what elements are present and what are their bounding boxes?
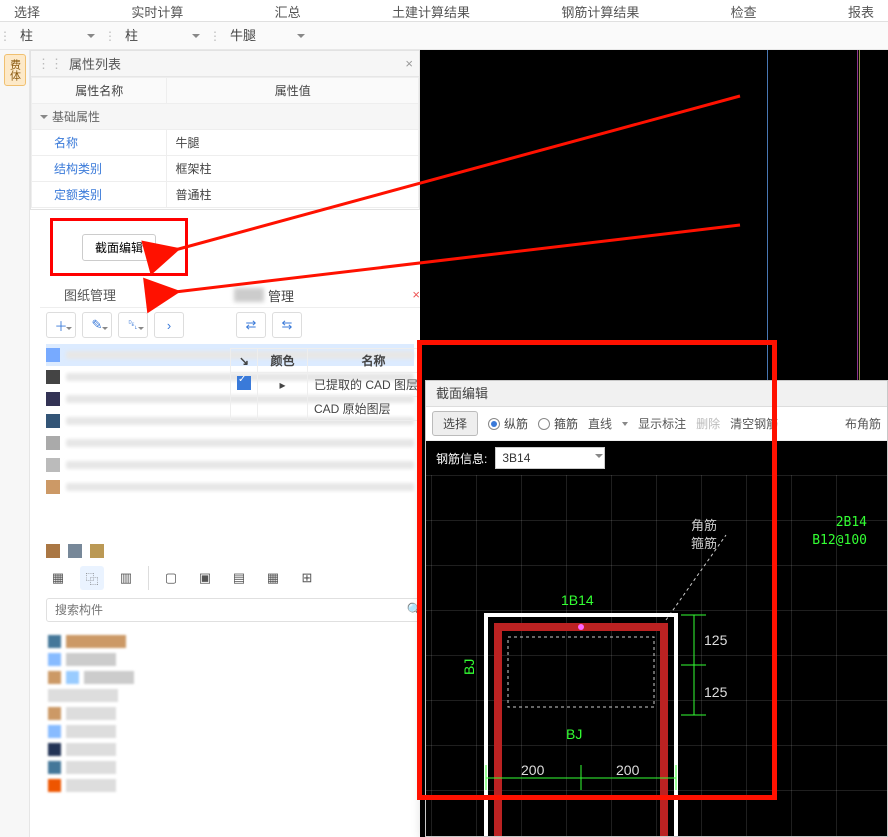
table-row[interactable]: ▸ 已提取的 CAD 图层 — [231, 373, 440, 397]
property-table: 属性名称 属性值 基础属性 名称 牛腿 结构类别 框架柱 定额类别 普通柱 — [31, 77, 419, 208]
prop-row[interactable]: 结构类别 框架柱 — [32, 156, 419, 182]
layout-icon[interactable]: ▥ — [114, 566, 138, 590]
cad-layer-panel: 管理 × ⇄ ⇆ ↘ 颜色 名称 ▸ 已提取的 CAD 图层 CAD 原始 — [230, 282, 440, 421]
prop-row[interactable]: 名称 牛腿 — [32, 130, 419, 156]
component-gallery: × ▦ ⿻ ▥ ▢ ▣ ▤ ▦ ⊞ 🔍 — [40, 540, 438, 801]
clear-link[interactable]: 清空钢筋 — [730, 415, 778, 432]
mode-b-icon[interactable]: ▣ — [193, 566, 217, 590]
grip-icon — [0, 29, 10, 43]
section-edit-button[interactable]: 截面编辑 — [82, 234, 156, 261]
list-item[interactable] — [46, 432, 414, 454]
tab-select[interactable]: 选择 — [0, 0, 54, 21]
property-panel: ⋮⋮ 属性列表 × 属性名称 属性值 基础属性 名称 牛腿 结构类别 框架 — [30, 50, 420, 210]
col-name: 属性名称 — [32, 78, 167, 104]
copy-icon[interactable]: ⿻ — [80, 566, 104, 590]
radio-stirrup[interactable]: 箍筋 — [538, 415, 578, 432]
delete-button[interactable]: ␡ — [118, 312, 148, 338]
edit-button[interactable]: ✎ — [82, 312, 112, 338]
tab-report[interactable]: 报表 — [834, 0, 888, 21]
line-link[interactable]: 直线 — [588, 415, 612, 432]
tab-bar: 选择 实时计算 汇总 土建计算结果 钢筋计算结果 检查 报表 — [0, 0, 888, 22]
left-pill[interactable]: 费体 — [4, 54, 26, 86]
grip-icon — [105, 29, 115, 43]
prop-value[interactable]: 框架柱 — [167, 156, 419, 182]
combo-category-1[interactable]: 柱 — [10, 24, 105, 48]
prop-group[interactable]: 基础属性 — [32, 104, 419, 130]
grip-icon — [210, 29, 220, 43]
grip-icon: ⋮⋮ — [37, 56, 63, 72]
section-edit-dialog: 截面编辑 选择 纵筋 箍筋 直线 显示标注 删除 清空钢筋 布角筋 钢筋信息: … — [425, 380, 888, 837]
new-icon[interactable]: ▦ — [46, 566, 70, 590]
tool-a[interactable]: ⇄ — [236, 312, 266, 338]
mode-a-icon[interactable]: ▢ — [159, 566, 183, 590]
section-edit-box: 截面编辑 — [50, 218, 188, 276]
show-annot-link[interactable]: 显示标注 — [638, 415, 686, 432]
property-panel-title: 属性列表 — [69, 54, 405, 73]
selector-row: 柱 柱 牛腿 — [0, 22, 888, 50]
mode-d-icon[interactable]: ▦ — [261, 566, 285, 590]
search-field[interactable] — [55, 603, 407, 617]
prop-value[interactable]: 普通柱 — [167, 182, 419, 208]
group-label: 基础属性 — [52, 110, 100, 124]
dim-200b: 200 — [616, 762, 640, 778]
list-item[interactable] — [46, 476, 414, 498]
radio-longitudinal[interactable]: 纵筋 — [488, 415, 528, 432]
prop-row[interactable]: 定额类别 普通柱 — [32, 182, 419, 208]
col-color: 颜色 — [258, 349, 308, 373]
list-item[interactable] — [46, 454, 414, 476]
tab-realtime[interactable]: 实时计算 — [117, 0, 197, 21]
combo-category-3[interactable]: 牛腿 — [220, 24, 315, 48]
cad-layer-table: ↘ 颜色 名称 ▸ 已提取的 CAD 图层 CAD 原始图层 — [230, 348, 440, 421]
tab-check[interactable]: 检查 — [717, 0, 771, 21]
dim-200a: 200 — [521, 762, 545, 778]
prop-value[interactable]: 牛腿 — [167, 130, 419, 156]
prop-name: 名称 — [32, 130, 167, 156]
dialog-title: 截面编辑 — [426, 381, 887, 407]
left-rail: 费体 — [0, 50, 30, 837]
section-svg: 1B14 BJ BJ 125 125 200 200 — [426, 475, 887, 836]
dim-125a: 125 — [704, 632, 728, 648]
delete-link[interactable]: 删除 — [696, 415, 720, 432]
top-bar-label: 1B14 — [561, 592, 594, 608]
add-button[interactable]: ＋ — [46, 312, 76, 338]
rebar-info-input[interactable] — [495, 447, 605, 469]
mid-column: ⋮⋮ 属性列表 × 属性名称 属性值 基础属性 名称 牛腿 结构类别 框架 — [30, 50, 420, 837]
tab-rebar[interactable]: 钢筋计算结果 — [547, 0, 653, 21]
mode-e-icon[interactable]: ⊞ — [295, 566, 319, 590]
more-button[interactable]: › — [154, 312, 184, 338]
col-visible: ↘ — [231, 349, 258, 373]
bj-h: BJ — [566, 726, 582, 742]
tool-b[interactable]: ⇆ — [272, 312, 302, 338]
prop-name: 定额类别 — [32, 182, 167, 208]
checkbox-icon[interactable] — [237, 376, 251, 390]
table-row[interactable]: CAD 原始图层 — [231, 397, 440, 421]
search-input[interactable]: 🔍 — [46, 598, 432, 622]
bj-v: BJ — [461, 659, 477, 675]
close-icon[interactable]: × — [405, 56, 413, 71]
dim-125b: 125 — [704, 684, 728, 700]
cad-panel-title: 管理 — [268, 286, 294, 305]
col-value: 属性值 — [167, 78, 419, 104]
corner-rebar-link[interactable]: 布角筋 — [845, 415, 881, 432]
section-canvas[interactable]: 角筋 箍筋 2B14 B12@100 1B14 BJ BJ 125 1 — [426, 475, 887, 836]
rebar-info-label: 钢筋信息: — [436, 450, 487, 467]
tab-summary[interactable]: 汇总 — [261, 0, 315, 21]
mode-c-icon[interactable]: ▤ — [227, 566, 251, 590]
tab-soil[interactable]: 土建计算结果 — [378, 0, 484, 21]
combo-category-2[interactable]: 柱 — [115, 24, 210, 48]
select-button[interactable]: 选择 — [432, 411, 478, 436]
prop-name: 结构类别 — [32, 156, 167, 182]
